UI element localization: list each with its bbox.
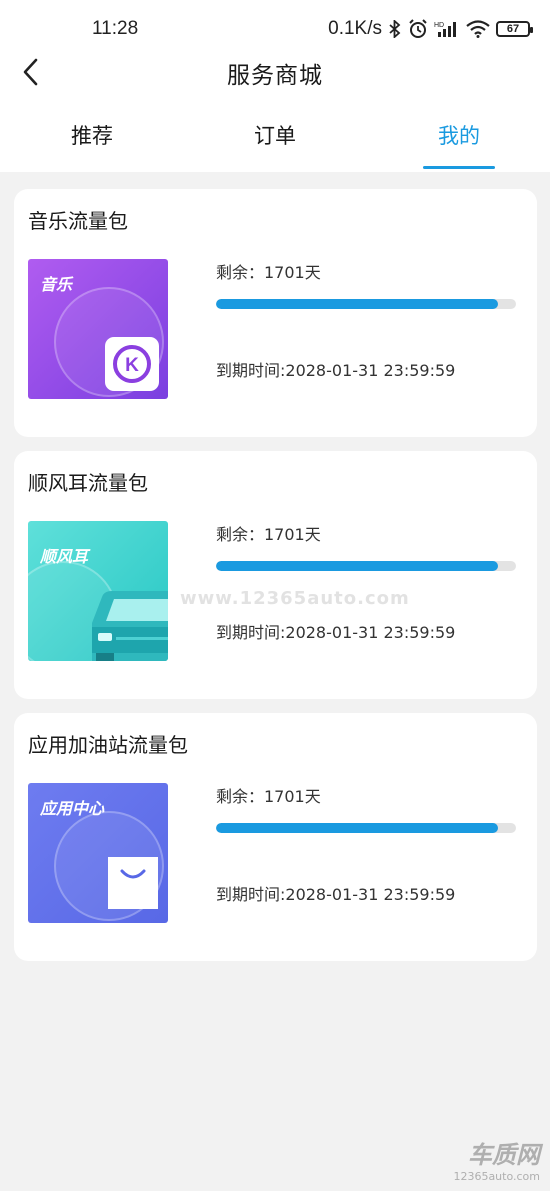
thumbnail-label: 顺风耳 [40, 547, 89, 566]
tab-mine[interactable]: 我的 [409, 120, 509, 150]
battery-icon: 67 [496, 21, 533, 37]
shunfenger-package-thumbnail: 顺风耳 [28, 521, 168, 661]
active-tab-indicator [423, 166, 495, 169]
thumbnail-label: 音乐 [40, 275, 73, 294]
tab-bar: 推荐 订单 我的 [0, 110, 550, 172]
app-center-package-thumbnail: 应用中心 [28, 783, 168, 923]
car-icon [92, 591, 168, 661]
corner-watermark-logo: 车质网 12365auto.com [453, 1135, 540, 1183]
package-title: 应用加油站流量包 [28, 733, 188, 757]
svg-text:K: K [125, 355, 139, 376]
package-card-shunfenger[interactable]: 顺风耳流量包 顺风耳 剩余：1701天 到期时间:2028-01-31 23:5… [14, 451, 537, 699]
svg-text:HD: HD [434, 22, 444, 29]
hd-signal-icon: HD [434, 22, 456, 37]
watermark-text: www.12365auto.com [180, 588, 410, 609]
package-title: 音乐流量包 [28, 209, 128, 233]
usage-progress-fill [216, 823, 498, 833]
bluetooth-icon [389, 20, 401, 38]
network-speed: 0.1K/s [328, 18, 382, 39]
expiry-time: 到期时间:2028-01-31 23:59:59 [216, 623, 456, 642]
page-title: 服务商城 [227, 63, 323, 89]
corner-logo-url: 12365auto.com [453, 1170, 540, 1183]
shopping-bag-icon [108, 857, 158, 909]
package-card-app-center[interactable]: 应用加油站流量包 应用中心 剩余：1701天 到期时间:2028-01-31 2… [14, 713, 537, 961]
tab-orders[interactable]: 订单 [225, 120, 325, 150]
remaining-days: 剩余：1701天 [216, 263, 321, 282]
wifi-icon [466, 20, 490, 38]
remaining-days: 剩余：1701天 [216, 525, 321, 544]
status-bar: 11:28 0.1K/s HD 67 [0, 0, 550, 52]
corner-logo-name: 车质网 [468, 1141, 540, 1169]
header: 服务商城 推荐 订单 我的 [0, 52, 550, 172]
usage-progress-fill [216, 561, 498, 571]
thumbnail-label: 应用中心 [40, 799, 105, 818]
remaining-days: 剩余：1701天 [216, 787, 321, 806]
usage-progress-bar [216, 561, 516, 571]
expiry-time: 到期时间:2028-01-31 23:59:59 [216, 361, 456, 380]
status-icons: 0.1K/s HD 67 [328, 18, 533, 40]
music-package-thumbnail: 音乐 K [28, 259, 168, 399]
alarm-icon [409, 19, 427, 38]
usage-progress-fill [216, 299, 498, 309]
expiry-time: 到期时间:2028-01-31 23:59:59 [216, 885, 456, 904]
usage-progress-bar [216, 299, 516, 309]
package-card-music[interactable]: 音乐流量包 音乐 K 剩余：1701天 到期时间:2028-01-31 23:5… [14, 189, 537, 437]
k-music-app-icon: K [105, 337, 159, 391]
status-time: 11:28 [92, 18, 139, 39]
usage-progress-bar [216, 823, 516, 833]
package-title: 顺风耳流量包 [28, 471, 148, 495]
tab-recommend[interactable]: 推荐 [42, 120, 142, 150]
